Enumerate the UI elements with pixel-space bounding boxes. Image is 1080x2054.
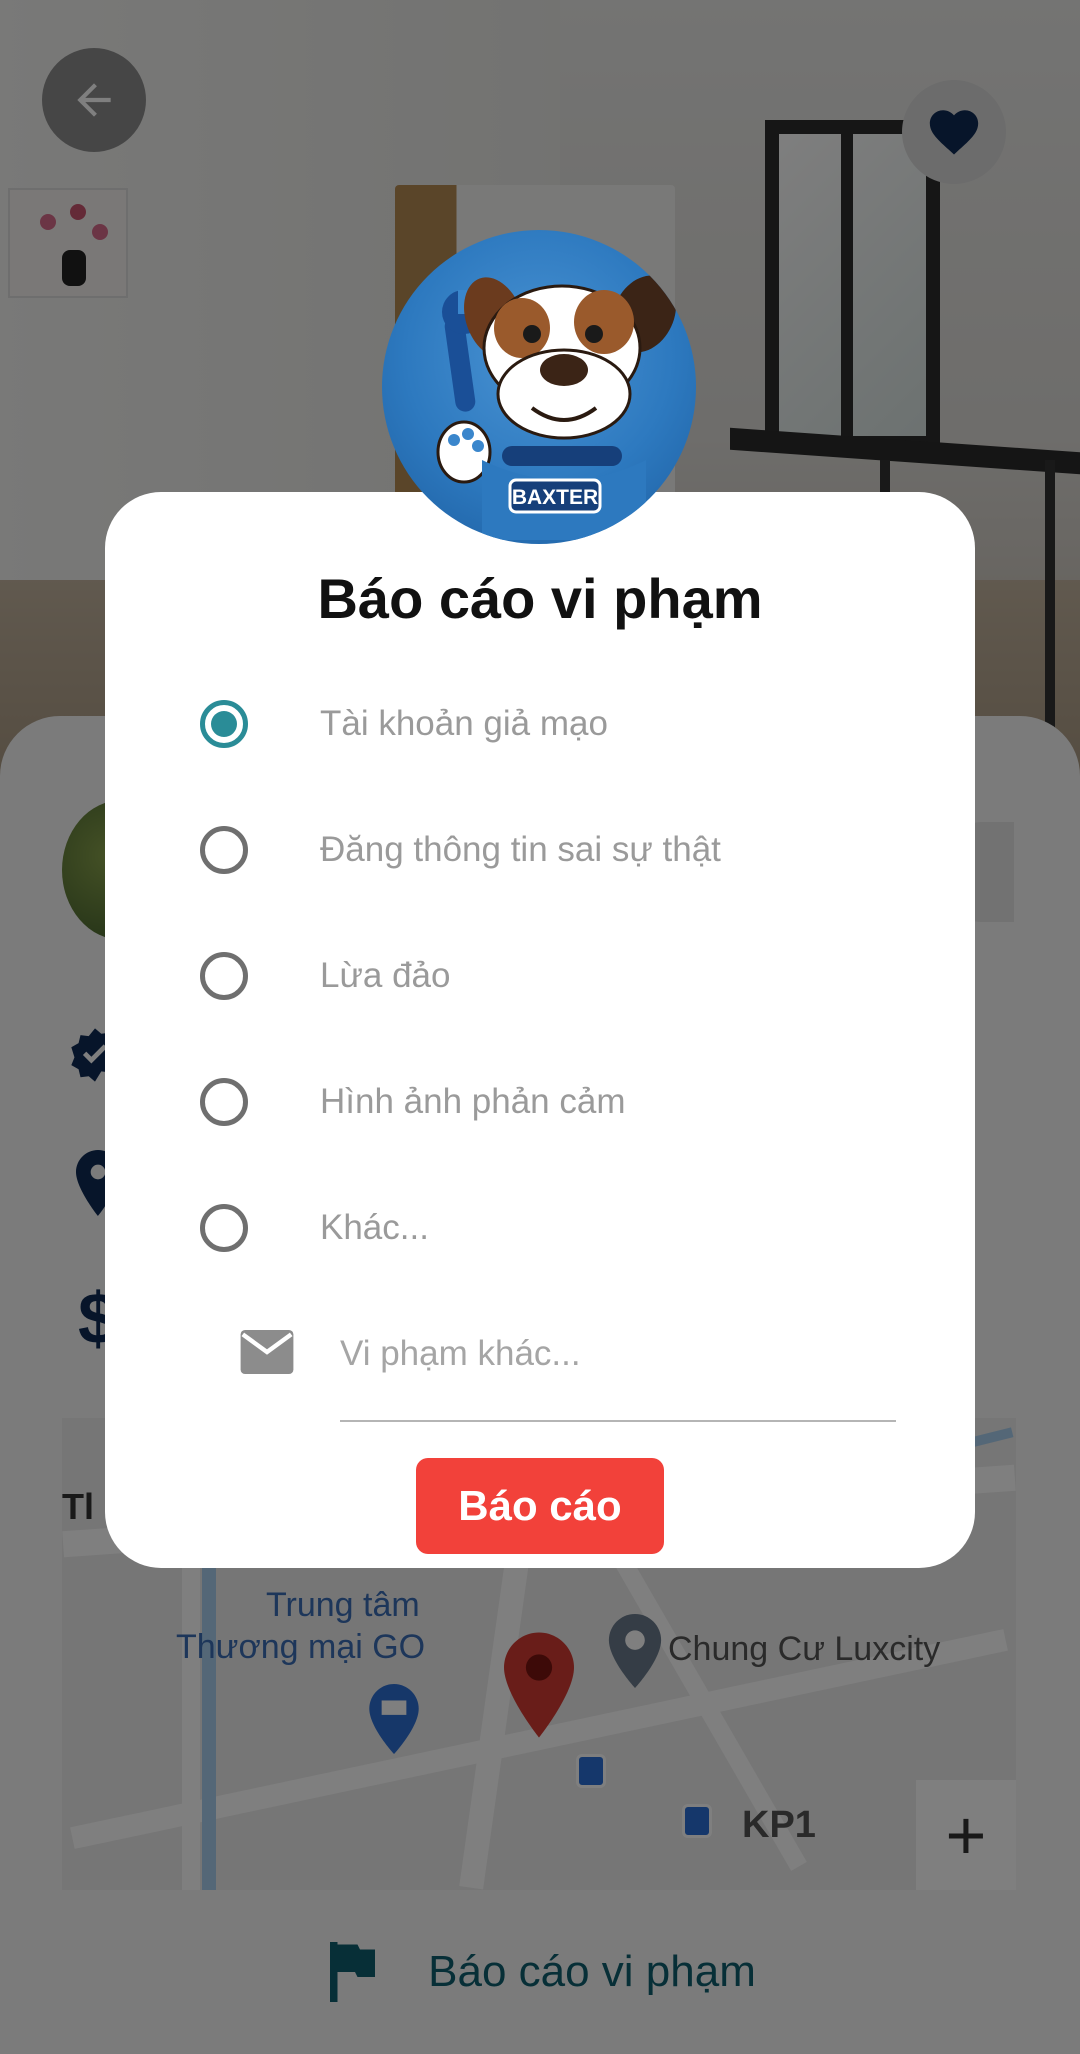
dog-mascot-logo: BAXTER [436,275,677,540]
option-label: Lừa đảo [320,956,451,995]
option-label: Tài khoản giả mạo [320,704,608,743]
other-violation-input[interactable] [340,1318,896,1422]
radio-button[interactable] [200,1078,248,1126]
option-false-info[interactable]: Đăng thông tin sai sự thật [200,810,900,890]
mail-icon [240,1330,294,1374]
radio-button[interactable] [200,826,248,874]
radio-button[interactable] [200,1204,248,1252]
option-fake-account[interactable]: Tài khoản giả mạo [200,684,900,764]
option-label: Hình ảnh phản cảm [320,1082,626,1121]
svg-text:BAXTER: BAXTER [512,486,598,509]
radio-button[interactable] [200,700,248,748]
radio-selected-dot [211,711,237,737]
dialog-avatar: BAXTER [382,230,696,544]
option-other[interactable]: Khác... [200,1188,900,1268]
option-offensive-images[interactable]: Hình ảnh phản cảm [200,1062,900,1142]
option-label: Khác... [320,1208,429,1247]
submit-report-button[interactable]: Báo cáo [416,1458,664,1554]
option-scam[interactable]: Lừa đảo [200,936,900,1016]
dialog-title: Báo cáo vi phạm [317,567,763,630]
other-violation-row [240,1318,896,1428]
option-label: Đăng thông tin sai sự thật [320,830,721,869]
radio-button[interactable] [200,952,248,1000]
